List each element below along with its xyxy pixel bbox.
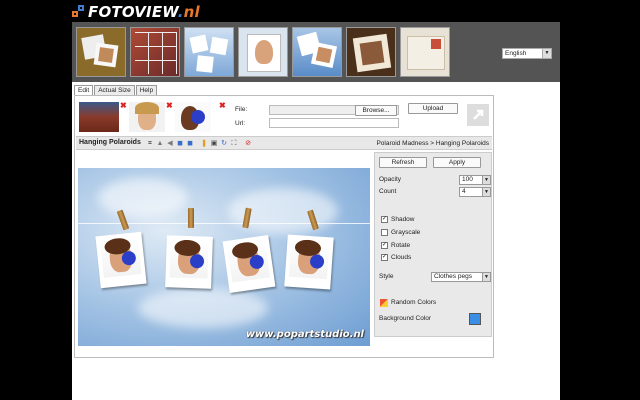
logo-text: FOTOVIEW [88,3,178,21]
url-input[interactable] [269,118,399,128]
upload-row: ✖ ✖ ✖ File: Browse... Upload Url: [75,96,493,136]
opacity-label: Opacity [379,176,402,183]
count-label: Count [379,188,397,195]
hanging-polaroid [165,235,213,289]
clouds-checkbox[interactable]: ✓ [381,254,388,261]
source-image-thumb-portrait[interactable] [129,102,165,132]
fullscreen-icon[interactable]: ⛶ [230,140,238,148]
remove-image-icon[interactable]: ✖ [166,101,173,110]
apply-button[interactable]: Apply [433,157,481,168]
preview-canvas: www.popartstudio.nl [78,168,370,346]
remove-image-icon[interactable]: ✖ [219,101,226,110]
pause-icon[interactable]: ❚ [200,140,208,148]
chevron-down-icon: ▼ [482,273,490,281]
rotate-checkbox[interactable]: ✓ [381,242,388,249]
tab-help[interactable]: Help [135,85,158,95]
tab-actual-size[interactable]: Actual Size [94,85,135,95]
clouds-label: Clouds [391,254,412,261]
refresh-button[interactable]: Refresh [379,157,427,168]
grayscale-label: Grayscale [391,229,421,236]
editor-toolbar: Hanging Polaroids ⌗ ▲ ◀ ◼ ◼ ❚ ▣ ↻ ⛶ ⊘ Po… [76,136,492,150]
hanging-polaroid [284,234,334,290]
breadcrumb: Polaroid Madness > Hanging Polaroids [376,140,489,147]
browse-button[interactable]: Browse... [355,105,397,116]
template-thumb-postcard[interactable] [400,27,450,77]
logo-icon [72,5,86,19]
cloud [98,178,188,218]
stop-icon[interactable]: ⊘ [244,140,252,148]
source-image-thumb-rock[interactable] [79,102,119,132]
opacity-select[interactable]: 100 ▼ [459,175,491,185]
upload-button[interactable]: Upload [408,103,458,114]
tab-bar: Edit Actual Size Help [74,85,158,95]
tab-edit[interactable]: Edit [74,85,94,95]
hanging-polaroid [95,231,147,289]
site-logo[interactable]: FOTOVIEW.nl [72,3,200,21]
count-select[interactable]: 4 ▼ [459,187,491,197]
shadow-checkbox[interactable]: ✓ [381,216,388,223]
crop-icon[interactable]: ⌗ [146,140,154,148]
refresh-icon[interactable]: ↻ [220,140,228,148]
remove-image-icon[interactable]: ✖ [120,101,127,110]
rotate-label: Rotate [391,242,411,249]
cloud [138,288,268,328]
template-thumb-shattered-polaroids[interactable] [292,27,342,77]
random-colors-label: Random Colors [391,299,437,306]
template-strip: English ▼ [72,22,560,82]
background-color-label: Background Color [379,315,432,322]
random-colors-icon[interactable] [380,299,388,307]
expand-icon[interactable] [467,104,489,126]
language-select[interactable]: English ▼ [502,48,552,59]
chevron-down-icon: ▼ [482,176,490,184]
hanging-polaroid [222,235,276,293]
clothes-peg [188,208,194,228]
style-select[interactable]: Clothes pegs ▼ [431,272,491,282]
options-panel: Refresh Apply Opacity 100 ▼ Count 4 ▼ ✓ Sh… [374,152,492,337]
chevron-down-icon: ▼ [482,188,490,196]
rotate-right-icon[interactable]: ◼ [186,140,194,148]
template-thumb-sky-grid[interactable] [184,27,234,77]
grayscale-checkbox[interactable] [381,229,388,236]
file-label: File: [235,106,248,113]
save-icon[interactable]: ▣ [210,140,218,148]
rotate-left-icon[interactable]: ◼ [176,140,184,148]
template-thumb-polaroid-stack[interactable] [76,27,126,77]
mirror-icon[interactable]: ◀ [166,140,174,148]
url-label: Url: [235,120,246,127]
template-thumb-sepia-frame[interactable] [346,27,396,77]
effect-title: Hanging Polaroids [79,139,141,146]
logo-tld: nl [183,3,200,21]
background-color-swatch[interactable] [469,313,481,325]
watermark-text: www.popartstudio.nl [245,329,364,340]
style-label: Style [379,273,394,280]
template-thumb-portrait-frame[interactable] [238,27,288,77]
source-image-thumb-flower[interactable] [175,102,211,132]
template-thumb-puzzle[interactable] [130,27,180,77]
shadow-label: Shadow [391,216,415,223]
chevron-down-icon: ▼ [542,49,551,58]
flip-icon[interactable]: ▲ [156,140,164,148]
